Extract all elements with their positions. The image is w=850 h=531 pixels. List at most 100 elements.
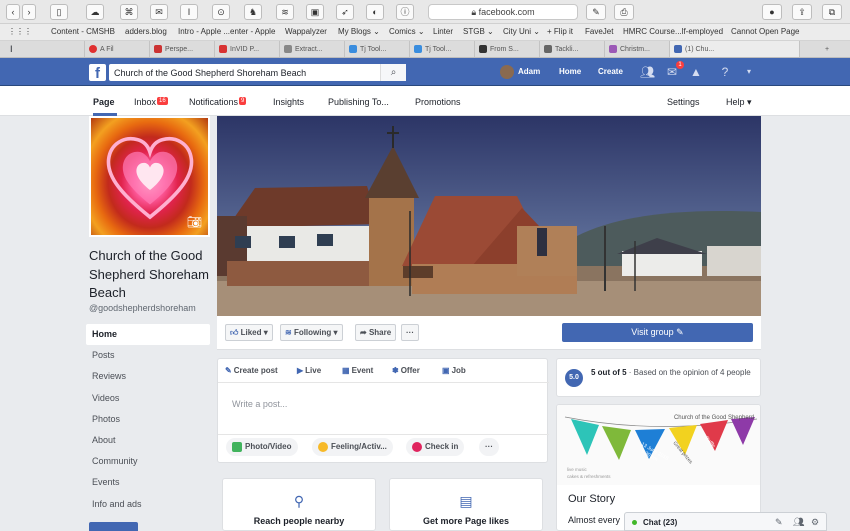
bookmark-item[interactable]: FaveJet	[585, 27, 613, 36]
search-icon[interactable]: ⌕	[380, 64, 406, 81]
browser-tab[interactable]: Tj Tool...	[344, 41, 409, 57]
grid-icon[interactable]: ⋮⋮⋮	[8, 27, 32, 36]
rating-card[interactable]: 5.0 5 out of 5 · Based on the opinion of…	[556, 358, 761, 397]
feeling-activity-button[interactable]: Feeling/Activ...	[312, 438, 393, 456]
bookmark-item[interactable]: Cannot Open Page	[731, 27, 800, 36]
bookmark-item[interactable]: My Blogs ⌄	[338, 27, 380, 36]
following-button[interactable]: ≋ Following ▾	[280, 324, 343, 341]
evernote-icon[interactable]: ♞	[244, 4, 262, 20]
left-nav-item[interactable]: Reviews	[86, 366, 210, 387]
promo-card[interactable]: ⚲ Reach people nearby	[222, 478, 376, 531]
help-icon[interactable]: ?	[718, 65, 732, 79]
extension-icon[interactable]: ⌘	[120, 4, 138, 20]
pinterest-icon[interactable]: ⊙	[212, 4, 230, 20]
forward-button[interactable]: ›	[22, 4, 36, 20]
browser-tab[interactable]: Christm...	[604, 41, 669, 57]
tab-live[interactable]: ▶ Live	[297, 366, 321, 375]
browser-tab[interactable]: InVID P...	[214, 41, 279, 57]
download-icon[interactable]: ●	[762, 4, 782, 20]
bookmark-item[interactable]: Content - CMSHB	[51, 27, 115, 36]
left-nav-item[interactable]: Photos	[86, 409, 210, 430]
friends-icon[interactable]: 👥︎	[640, 65, 655, 79]
camera-icon[interactable]: 📷︎	[187, 215, 202, 229]
bookmark-item[interactable]: STGB ⌄	[463, 27, 494, 36]
group-chat-icon[interactable]: 👥︎	[793, 517, 804, 528]
photo-video-button[interactable]: Photo/Video	[226, 438, 298, 456]
promo-card[interactable]: ▤ Get more Page likes	[389, 478, 543, 531]
tabs-icon[interactable]: ⧉	[822, 4, 842, 20]
tab-offer[interactable]: ✽ Offer	[392, 366, 420, 375]
facebook-logo-icon[interactable]: f	[89, 64, 106, 82]
tab-inbox[interactable]: Inbox 16	[134, 97, 168, 107]
browser-tab[interactable]: A Fil	[84, 41, 149, 57]
tab-publishing-tools[interactable]: Publishing To...	[328, 97, 389, 107]
search-input[interactable]	[109, 64, 379, 81]
create-link[interactable]: Create	[598, 67, 623, 76]
gear-icon[interactable]: ⚙	[811, 517, 819, 528]
bookmark-item[interactable]: + Flip it	[547, 27, 573, 36]
more-options-button[interactable]: ···	[401, 324, 419, 341]
browser-tab[interactable]: Perspe...	[149, 41, 214, 57]
left-nav-item[interactable]: Community	[86, 451, 210, 472]
bookmark-item[interactable]: adders.blog	[125, 27, 167, 36]
reader-icon[interactable]: ✎	[586, 4, 606, 20]
bookmark-item[interactable]: Comics ⌄	[389, 27, 425, 36]
tab-event[interactable]: ▦ Event	[342, 366, 373, 375]
more-composer-button[interactable]: ···	[479, 438, 499, 456]
address-bar[interactable]: 🔒︎ facebook.com	[428, 4, 578, 20]
help-menu[interactable]: Help ▾	[726, 97, 752, 108]
new-tab-button[interactable]: +	[799, 41, 850, 57]
text-icon[interactable]: I	[180, 4, 198, 20]
bookmark-item[interactable]: Intro - Apple ...enter - Apple	[178, 27, 275, 36]
browser-tab[interactable]: Tackli...	[539, 41, 604, 57]
tab-settings[interactable]: Settings	[667, 97, 700, 107]
browser-tab[interactable]: From S...	[474, 41, 539, 57]
tab-notifications[interactable]: Notifications 9	[189, 97, 247, 107]
profile-picture[interactable]: 📷︎	[89, 116, 210, 237]
info-icon[interactable]: ⓘ	[396, 4, 414, 20]
liked-button[interactable]: 👍︎ Liked ▾	[225, 324, 273, 341]
left-nav-item[interactable]: About	[86, 430, 210, 451]
tool-icon[interactable]: ◐	[366, 4, 384, 20]
cloud-icon[interactable]: ☁	[86, 4, 104, 20]
sidebar-icon[interactable]: ▯	[50, 4, 68, 20]
left-nav-item[interactable]: Videos	[86, 388, 210, 409]
left-nav-item[interactable]: Info and ads	[86, 494, 210, 515]
new-message-icon[interactable]: ✎	[775, 517, 783, 528]
browser-tab[interactable]: Extract...	[279, 41, 344, 57]
avatar[interactable]	[500, 65, 514, 79]
pocket-icon[interactable]: ✉	[150, 4, 168, 20]
bookmark-item[interactable]: Linter	[433, 27, 453, 36]
office-icon[interactable]: ▣	[306, 4, 324, 20]
tab-promotions[interactable]: Promotions	[415, 97, 461, 107]
page-handle[interactable]: @goodshepherdshoreham	[89, 303, 196, 313]
share-icon[interactable]: ⇪	[792, 4, 812, 20]
rocket-icon[interactable]: ➶	[336, 4, 354, 20]
promote-button[interactable]	[89, 522, 138, 531]
visit-group-button[interactable]: Visit group ✎	[562, 323, 753, 342]
buffer-icon[interactable]: ≋	[276, 4, 294, 20]
check-in-button[interactable]: Check in	[406, 438, 465, 456]
bookmark-item[interactable]: City Uni ⌄	[503, 27, 540, 36]
bookmark-item[interactable]: Wappalyzer	[285, 27, 327, 36]
print-icon[interactable]: ⎙	[614, 4, 634, 20]
share-button[interactable]: ➦ Share	[355, 324, 397, 341]
tab-job[interactable]: ▣ Job	[442, 366, 466, 375]
home-link[interactable]: Home	[559, 67, 581, 76]
back-button[interactable]: ‹	[6, 4, 20, 20]
left-nav-item[interactable]: Posts	[86, 345, 210, 366]
cover-photo[interactable]	[217, 116, 761, 316]
browser-tab[interactable]: Tj Tool...	[409, 41, 474, 57]
account-menu-icon[interactable]: ▾	[742, 65, 756, 79]
tab-create-post[interactable]: ✎ Create post	[225, 366, 278, 375]
browser-tab-active[interactable]: (1) Chu...	[669, 41, 799, 57]
tab-insights[interactable]: Insights	[273, 97, 304, 107]
notifications-icon[interactable]: ▲	[689, 65, 703, 79]
chat-bar[interactable]: Chat (23) ✎ 👥︎ ⚙	[624, 512, 827, 531]
tab-page[interactable]: Page	[93, 97, 115, 107]
post-input[interactable]: Write a post...	[232, 399, 287, 409]
left-nav-item[interactable]: Home	[86, 324, 210, 346]
left-nav-item[interactable]: Events	[86, 472, 210, 493]
bookmark-item[interactable]: HMRC Course...lf-employed	[623, 27, 723, 36]
profile-link[interactable]: Adam	[518, 67, 540, 76]
